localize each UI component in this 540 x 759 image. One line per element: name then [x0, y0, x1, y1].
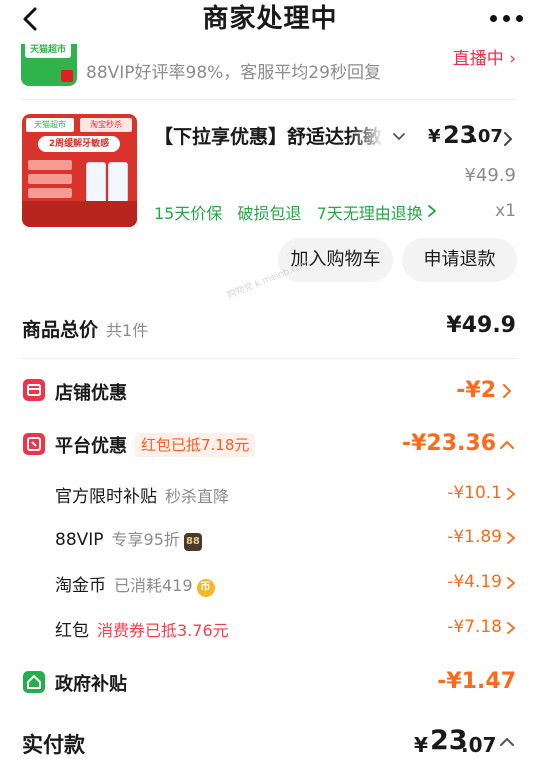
redpacket-item: 红包 消费券已抵3.76元 — [55, 616, 229, 641]
product-image-feature — [28, 174, 72, 184]
coin-item: 淘金币 已消耗419 币 — [55, 571, 215, 597]
coin-icon: 币 — [196, 579, 215, 597]
chevron-right-icon[interactable] — [427, 204, 437, 218]
goods-count: 共1件 — [106, 321, 149, 340]
vip-88-badge-icon: 88 — [183, 533, 202, 551]
divider — [21, 99, 517, 100]
vip-item-note: 专享95折 — [111, 530, 180, 549]
chevron-right-icon[interactable] — [506, 487, 516, 501]
store-logo[interactable]: 天猫超市 — [21, 38, 77, 86]
platform-discount-label: 平台优惠 红包已抵7.18元 — [55, 432, 256, 458]
gov-subsidy-label: 政府补贴 — [55, 674, 127, 695]
guarantee-tag: 破损包退 — [237, 204, 302, 223]
ticket-icon — [23, 433, 45, 455]
goods-total-label: 商品总价 共1件 — [22, 319, 149, 341]
gov-subsidy-icon — [23, 671, 45, 693]
guarantee-tag: 15天价保 — [154, 204, 223, 223]
product-title[interactable]: 【下拉享优惠】舒适达抗敏 — [154, 123, 382, 151]
coin-item-note: 已消耗419 — [114, 576, 193, 595]
vip-item: 88VIP 专享95折 88 — [55, 526, 202, 551]
original-price: ¥49.9 — [464, 165, 516, 186]
chevron-right-icon: › — [509, 49, 516, 69]
redpacket-item-label: 红包 — [55, 621, 89, 641]
shop-discount-value[interactable]: -¥2 — [456, 378, 496, 403]
page-title: 商家处理中 — [202, 4, 338, 34]
platform-discount-value[interactable]: -¥23.36 — [402, 431, 496, 456]
live-stream-label: 直播中 — [452, 49, 504, 69]
live-stream-link[interactable]: 直播中 › — [453, 44, 516, 69]
subsidy-item: 官方限时补贴 秒杀直降 — [55, 482, 229, 507]
chevron-right-icon[interactable] — [502, 131, 514, 147]
product-image-badge: 淘宝秒杀 — [80, 118, 132, 132]
price-decimal: .07 — [471, 126, 503, 147]
product-image-feature — [28, 160, 72, 170]
product-image-badge: 天猫超市 — [26, 118, 74, 132]
coin-item-label: 淘金币 — [55, 576, 106, 596]
actual-pay-label: 实付款 — [22, 733, 85, 757]
store-logo-tag: 天猫超市 — [25, 42, 71, 58]
vip-item-label: 88VIP — [55, 530, 104, 550]
more-options-icon[interactable] — [490, 15, 524, 23]
subsidy-item-value[interactable]: -¥10.1 — [447, 483, 502, 503]
subsidy-item-note: 秒杀直降 — [165, 487, 230, 506]
chevron-right-icon[interactable] — [506, 531, 516, 545]
gov-subsidy-value: -¥1.47 — [437, 669, 516, 694]
product-image-headline: 2周缓解牙敏感 — [38, 136, 120, 152]
coin-item-value[interactable]: -¥4.19 — [447, 572, 502, 592]
chevron-right-icon[interactable] — [506, 621, 516, 635]
store-rating-text: 88VIP好评率98%，客服平均29秒回复 — [86, 63, 381, 83]
price-currency: ¥ — [428, 126, 441, 147]
shop-discount-label: 店铺优惠 — [55, 383, 127, 404]
chevron-up-icon[interactable] — [499, 439, 515, 451]
guarantee-tag: 7天无理由退换 — [316, 204, 423, 223]
redpacket-item-value[interactable]: -¥7.18 — [447, 617, 502, 637]
request-refund-button[interactable]: 申请退款 — [402, 238, 517, 282]
redpacket-pill: 红包已抵7.18元 — [135, 433, 256, 457]
chevron-right-icon[interactable] — [506, 576, 516, 590]
chevron-right-icon[interactable] — [501, 383, 513, 399]
shop-icon — [23, 379, 45, 401]
quantity: x1 — [495, 201, 516, 221]
product-image-footer — [22, 201, 137, 227]
actual-pay-decimal: .07 — [461, 733, 497, 757]
top-bar: 商家处理中 — [0, 0, 540, 44]
title-fade — [350, 123, 384, 151]
redpacket-item-note: 消费券已抵3.76元 — [97, 621, 229, 640]
goods-total-value: ¥49.9 — [446, 313, 516, 338]
vip-item-value[interactable]: -¥1.89 — [447, 527, 502, 547]
divider — [21, 358, 517, 359]
chevron-up-icon[interactable] — [499, 736, 515, 748]
product-image[interactable]: 天猫超市 淘宝秒杀 2周缓解牙敏感 — [22, 114, 137, 227]
chevron-down-icon[interactable] — [392, 131, 406, 143]
subsidy-item-label: 官方限时补贴 — [55, 487, 157, 507]
product-image-feature — [28, 188, 72, 198]
actual-pay-currency: ¥ — [414, 733, 428, 757]
store-badge-icon — [61, 70, 73, 82]
service-guarantees[interactable]: 15天价保 破损包退 7天无理由退换 — [154, 200, 433, 224]
